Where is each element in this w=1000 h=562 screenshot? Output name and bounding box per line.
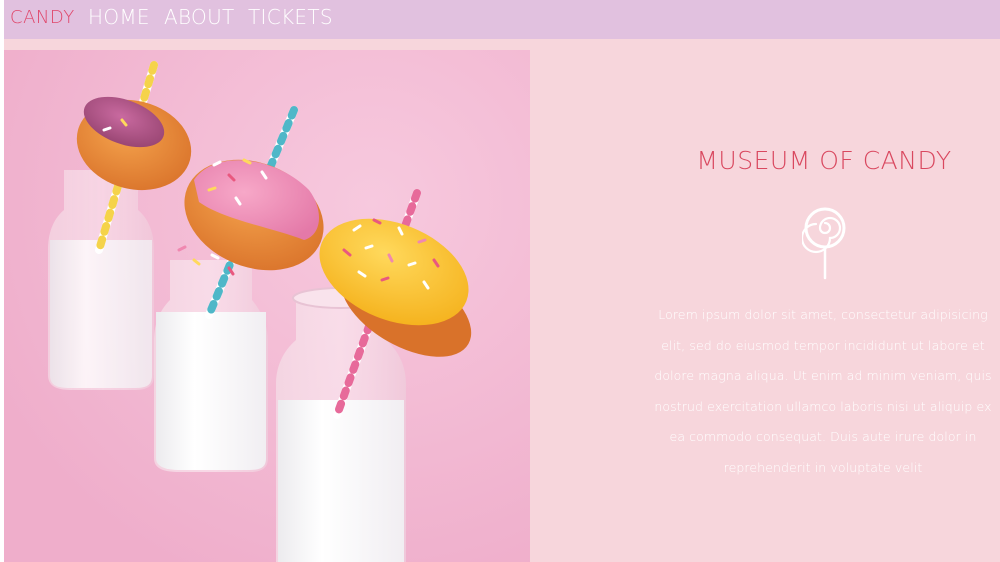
description-text: Lorem ipsum dolor sit amet, consectetur … <box>654 307 992 475</box>
hero-photo <box>4 50 530 562</box>
top-navbar: CANDY HOME ABOUT TICKETS <box>4 0 1000 39</box>
nav-link-about[interactable]: ABOUT <box>164 5 235 29</box>
nav-link-tickets[interactable]: TICKETS <box>248 5 333 29</box>
nav-link-home[interactable]: HOME <box>88 5 150 29</box>
donuts-on-milk-bottles-photo <box>4 50 530 562</box>
logo-link[interactable]: CANDY <box>10 7 75 28</box>
page-frame: CANDY HOME ABOUT TICKETS MUSEUM OF CANDY… <box>4 0 1000 562</box>
lollipop-icon <box>800 206 848 280</box>
museum-title: MUSEUM OF CANDY <box>696 146 952 175</box>
info-panel: MUSEUM OF CANDY Lorem ipsum dolor sit am… <box>530 50 1000 562</box>
